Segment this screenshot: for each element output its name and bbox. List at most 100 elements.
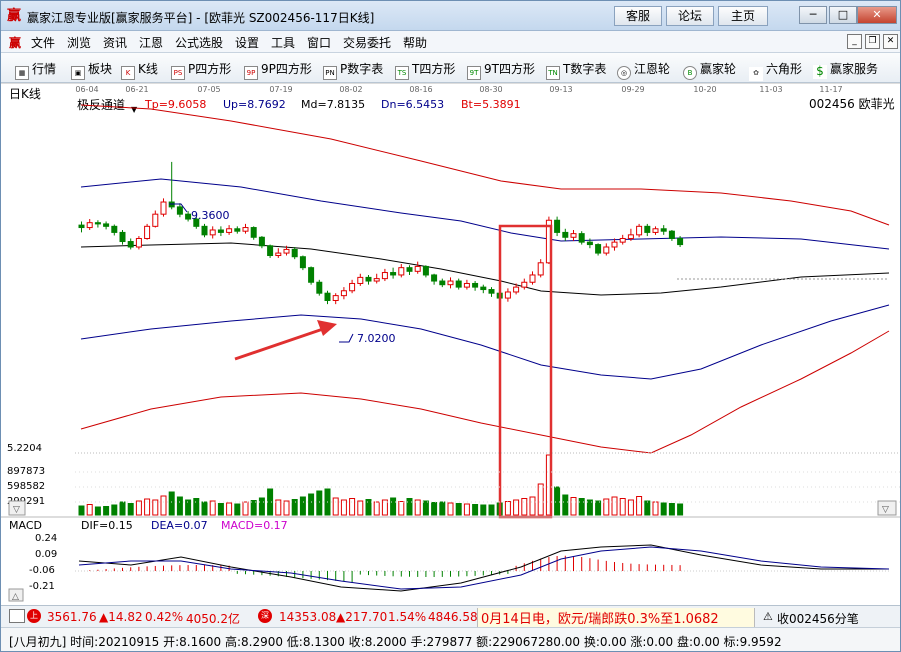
macd-axis-1: 0.09 [35, 549, 57, 560]
toolbar-sectors[interactable]: ▣ 板块 [71, 60, 112, 80]
volume-bar [168, 491, 175, 516]
toolbar-gann-wheel[interactable]: ◎ 江恩轮 [617, 60, 670, 80]
t-table-icon: TN [546, 66, 560, 80]
candle-body [226, 228, 233, 233]
menu-trade[interactable]: 交易委托 [343, 34, 391, 51]
candle-body [332, 295, 339, 301]
sz-index: 14353.08 [279, 610, 337, 624]
volume-bar [78, 505, 85, 516]
mdi-minimize-icon[interactable]: _ [847, 34, 862, 49]
volume-bar [357, 500, 364, 516]
volume-bar [447, 502, 454, 516]
volume-bar [160, 495, 167, 516]
toolbar-p-table[interactable]: PN P数字表 [323, 60, 383, 80]
toolbar-t-table[interactable]: TN T数字表 [546, 60, 606, 80]
toolbar-t-square[interactable]: TS T四方形 [395, 60, 455, 80]
menu-info[interactable]: 资讯 [103, 34, 127, 51]
volume-bar [316, 490, 323, 516]
sh-index-icon[interactable]: 上 [27, 609, 41, 623]
menu-tools[interactable]: 工具 [271, 34, 295, 51]
volume-bar [283, 500, 290, 516]
volume-bar [627, 499, 634, 516]
volume-bar [619, 498, 626, 516]
volume-bar [677, 503, 684, 516]
volume-bar [185, 499, 192, 516]
toolbar-quotes[interactable]: ▦ 行情 [15, 60, 56, 80]
date-tick: 08-02 [339, 85, 362, 94]
volume-bar [127, 503, 134, 516]
kline-chart[interactable]: 日K线 06-04 06-21 07-05 07-19 08-02 08-16 08-30 0… [1, 82, 900, 605]
menu-window[interactable]: 窗口 [307, 34, 331, 51]
candle-body [431, 274, 438, 282]
9t-square-icon: 9T [467, 66, 481, 80]
home-button[interactable]: 主页 [718, 6, 768, 26]
candle-body [357, 276, 364, 284]
sectors-icon: ▣ [71, 66, 85, 80]
date-axis: 06-04 06-21 07-05 07-19 08-02 08-16 08-30 09-13… [75, 85, 842, 94]
menu-help[interactable]: 帮助 [403, 34, 427, 51]
menu-browse[interactable]: 浏览 [67, 34, 91, 51]
candle-body [562, 231, 569, 238]
toolbar-winner-wheel[interactable]: B 赢家轮 [683, 60, 736, 80]
indicator-dropdown-icon[interactable]: ▼ [131, 105, 138, 114]
sz-change: ▲217.70 [336, 610, 388, 624]
chart-area[interactable]: 日K线 06-04 06-21 07-05 07-19 08-02 08-16 08-30 0… [1, 82, 900, 605]
status-bar: 上 3561.76 ▲14.82 0.42% 4050.2亿 深 14353.0… [1, 605, 900, 627]
candle-body [390, 272, 397, 276]
toolbar-p-square[interactable]: PS P四方形 [171, 60, 231, 80]
dn-value: Dn=6.5453 [381, 98, 444, 111]
volume-bar [299, 496, 306, 516]
menu-formula[interactable]: 公式选股 [175, 34, 223, 51]
triangle-up-icon[interactable]: △ [12, 592, 19, 602]
volume-bar [611, 496, 618, 516]
volume-bar [455, 503, 462, 516]
candle-body [324, 292, 331, 301]
receive-status: 收002456分笔 [777, 612, 859, 626]
title-bar: 赢 赢家江恩专业版[赢家服务平台] - [欧菲光 SZ002456-117日K线… [1, 1, 900, 31]
macd-value: MACD=0.17 [221, 519, 288, 532]
candle-body [504, 291, 511, 299]
date-tick: 08-30 [479, 85, 502, 94]
toolbar-9p-square[interactable]: 9P 9P四方形 [244, 60, 312, 80]
candle-body [480, 286, 487, 291]
chevron-down-icon[interactable]: ▽ [13, 505, 20, 515]
volume-bar [275, 499, 282, 516]
menu-file[interactable]: 文件 [31, 34, 55, 51]
date-tick: 07-05 [197, 85, 220, 94]
volume-bar [144, 498, 151, 516]
sz-index-icon[interactable]: 深 [258, 609, 272, 623]
volume-bar [578, 498, 585, 516]
chevron-up-icon[interactable]: ▽ [882, 505, 889, 515]
window-title: 赢家江恩专业版[赢家服务平台] - [欧菲光 SZ002456-117日K线] [27, 11, 375, 25]
toolbar-9t-square[interactable]: 9T 9T四方形 [467, 60, 535, 80]
candle-body [86, 222, 93, 229]
candle-body [455, 280, 462, 288]
volume-bar [603, 498, 610, 516]
candle-body [250, 227, 257, 238]
sz-pct: 1.54% [388, 610, 427, 624]
t-square-icon: TS [395, 66, 409, 80]
grid-icon[interactable] [9, 609, 25, 623]
dollar-icon: $ [813, 65, 827, 79]
menu-settings[interactable]: 设置 [235, 34, 259, 51]
candle-body [644, 225, 651, 233]
forum-button[interactable]: 论坛 [666, 6, 714, 26]
menu-bar: 赢 文件 浏览 资讯 江恩 公式选股 设置 工具 窗口 交易委托 帮助 _ ❐ … [1, 31, 900, 53]
minimize-icon[interactable]: ─ [799, 6, 827, 24]
news-ticker[interactable]: 0月14日电，欧元/瑞郎跌0.3%至1.0682 [477, 608, 755, 627]
customer-service-button[interactable]: 客服 [614, 6, 662, 26]
mdi-close-icon[interactable]: ✕ [883, 34, 898, 49]
toolbar-service[interactable]: $ 赢家服务 [813, 60, 878, 79]
candle-body [340, 290, 347, 297]
volume-bar [644, 500, 651, 516]
bar-info: [八月初九] 时间:20210915 开:8.1600 高:8.2900 低:8… [9, 635, 782, 649]
close-icon[interactable]: ✕ [857, 6, 897, 24]
toolbar-kline[interactable]: K K线 [121, 60, 158, 80]
volume-bar [176, 496, 183, 516]
maximize-icon[interactable]: □ [829, 6, 857, 24]
volume-bar [217, 503, 224, 516]
volume-bar [258, 497, 265, 516]
toolbar-hexagon[interactable]: ✿ 六角形 [749, 60, 802, 81]
menu-gann[interactable]: 江恩 [139, 34, 163, 51]
mdi-restore-icon[interactable]: ❐ [865, 34, 880, 49]
